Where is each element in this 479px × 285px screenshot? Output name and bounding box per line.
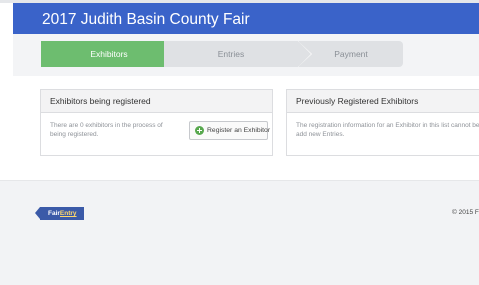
plus-circle-icon: [195, 126, 204, 135]
logo-text-entry: Entry: [59, 210, 77, 217]
step-exhibitors[interactable]: Exhibitors: [41, 41, 191, 67]
progress-steps: Exhibitors Entries Payment: [13, 34, 479, 76]
fairentry-logo[interactable]: FairEntry: [35, 207, 84, 220]
logo-text-fair: Fair: [48, 210, 60, 217]
page-title: 2017 Judith Basin County Fair: [42, 11, 250, 28]
panel-body-line-1: The registration information for an Exhi…: [296, 122, 479, 129]
step-payment[interactable]: Payment: [299, 41, 403, 67]
step-entries[interactable]: Entries: [164, 41, 312, 67]
panel-body-line-2: add new Entries.: [296, 131, 345, 138]
footer: FairEntry © 2015 F: [0, 180, 479, 285]
page-header: 2017 Judith Basin County Fair: [13, 3, 479, 34]
panel-title: Previously Registered Exhibitors: [287, 90, 479, 113]
register-exhibitor-label: Register an Exhibitor: [207, 127, 271, 134]
panel-body-text: There are 0 exhibitors in the process of…: [50, 122, 163, 138]
step-exhibitors-label: Exhibitors: [90, 49, 128, 59]
panel-title: Exhibitors being registered: [41, 90, 272, 113]
step-entries-label: Entries: [217, 49, 245, 59]
copyright-text: © 2015 F: [452, 209, 479, 216]
panel-body-text: The registration information for an Exhi…: [287, 113, 479, 139]
step-payment-label: Payment: [334, 49, 368, 59]
previously-registered-panel: Previously Registered Exhibitors The reg…: [286, 89, 479, 156]
register-exhibitor-button[interactable]: Register an Exhibitor: [189, 121, 271, 140]
